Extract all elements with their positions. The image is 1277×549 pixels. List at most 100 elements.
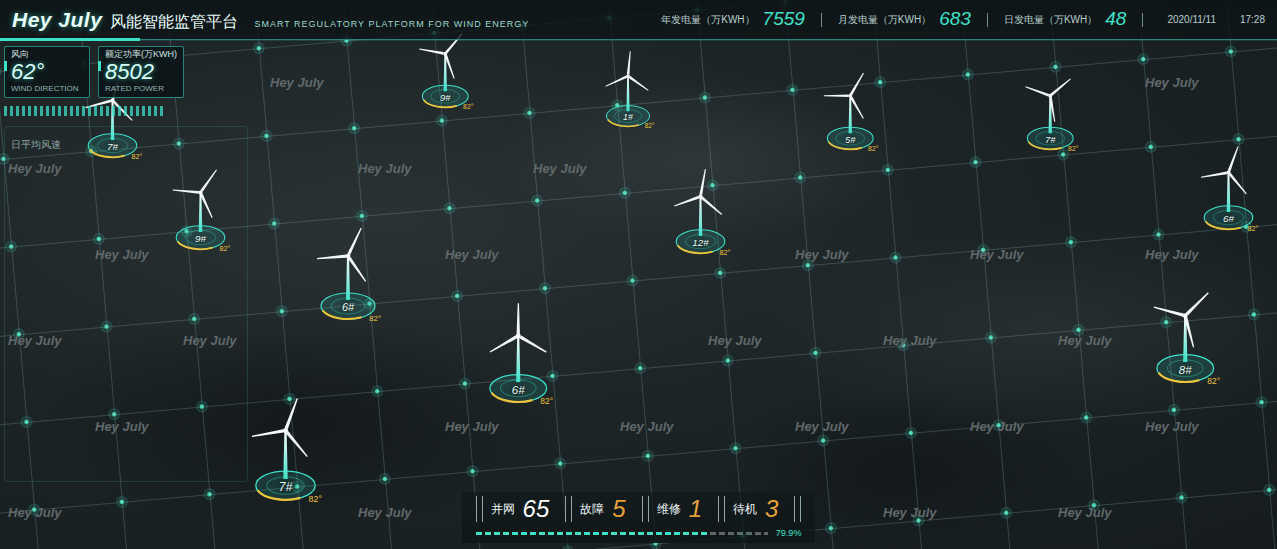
watermark: Hey July <box>533 162 586 176</box>
watermark: Hey July <box>708 334 761 348</box>
status-item: 故障5 <box>565 496 625 522</box>
indicator-value: 62° <box>11 60 83 84</box>
online-rate: 79.9% <box>476 527 802 541</box>
status-count: 65 <box>523 496 550 522</box>
turbine-label: 7# <box>278 480 291 493</box>
turbine-label: 6# <box>342 301 354 313</box>
status-items: 并网 65 故障5 维修 1 待机 3 <box>476 496 802 522</box>
turbine-tag: 82° <box>719 249 730 257</box>
watermark: Hey July <box>8 162 61 176</box>
turbine-label: 8# <box>1179 363 1192 376</box>
stripe-bar <box>4 106 164 116</box>
power-stat: 日发电量（万KWH） 48 <box>1004 5 1126 34</box>
wind-turbine[interactable]: 1# 82° <box>592 48 664 138</box>
turbine-label: 7# <box>1045 134 1055 144</box>
bracket <box>718 496 725 522</box>
watermark: Hey July <box>270 76 323 90</box>
watermark: Hey July <box>95 248 148 262</box>
watermark: Hey July <box>620 420 673 434</box>
bracket <box>476 496 483 522</box>
turbine-label: 5# <box>845 134 855 144</box>
turbine-label: 7# <box>106 141 117 152</box>
watermark: Hey July <box>445 248 498 262</box>
status-item: 并网 65 <box>476 496 550 522</box>
stat-label: 年发电量（万KWH） <box>661 12 754 27</box>
watermark: Hey July <box>1145 76 1198 90</box>
watermark: Hey July <box>358 162 411 176</box>
wind-turbine[interactable]: 7# 82° <box>1012 66 1089 161</box>
watermark: Hey July <box>1145 420 1198 434</box>
watermark: Hey July <box>95 420 148 434</box>
watermark: Hey July <box>795 248 848 262</box>
turbine-tag: 82° <box>131 153 142 161</box>
turbine-tag: 82° <box>645 123 655 130</box>
brand: Hey July风能智能监管平台SMART REGULATORY PLATFOR… <box>12 4 529 36</box>
wind-speed-panel: 日平均风速 <box>4 126 248 483</box>
wind-turbine[interactable]: 7# 82° <box>236 392 335 515</box>
indicator-value: 8502 <box>105 60 177 84</box>
wind-turbine[interactable]: 8# 82° <box>1138 279 1233 397</box>
stat-group: 年发电量（万KWH） 7559 月发电量（万KWH） 683 日发电量（万KWH） 48 2… <box>661 5 1265 34</box>
bracket <box>565 496 572 522</box>
watermark: Hey July <box>1058 334 1111 348</box>
status-count: 1 <box>689 496 702 522</box>
watermark: Hey July <box>883 334 936 348</box>
top-bar: Hey July风能智能监管平台SMART REGULATORY PLATFOR… <box>0 0 1277 40</box>
wind-turbine[interactable]: 6# 82° <box>303 221 393 333</box>
platform-title: 风能智能监管平台 <box>110 10 238 34</box>
status-label: 待机 <box>733 500 757 518</box>
watermark: Hey July <box>1145 248 1198 262</box>
turbine-tag: 82° <box>1068 146 1078 153</box>
watermark: Hey July <box>8 334 61 348</box>
indicator-label: 额定功率(万KWH) <box>105 49 177 60</box>
watermark: Hey July <box>8 506 61 520</box>
status-label: 维修 <box>657 500 681 518</box>
watermark: Hey July <box>970 248 1023 262</box>
indicator-box: 额定功率(万KWH)8502RATED POWER <box>98 46 184 98</box>
watermark: Hey July <box>358 506 411 520</box>
status-count: 3 <box>765 496 778 522</box>
indicator-caption: RATED POWER <box>105 84 177 94</box>
indicator-caption: WIND DIRECTION <box>11 84 83 94</box>
dashboard: Hey July Hey July Hey July Hey July Hey July… <box>0 0 1277 549</box>
watermark: Hey July <box>970 420 1023 434</box>
status-item: 维修 1 <box>642 496 702 522</box>
wind-turbine[interactable]: 6#82° <box>1188 141 1269 242</box>
watermark: Hey July <box>1058 506 1111 520</box>
turbine-tag: 82° <box>308 495 321 505</box>
left-column: 风向62°WIND DIRECTION 额定功率(万KWH)8502RATED P… <box>0 40 250 492</box>
watermark: Hey July <box>883 506 936 520</box>
turbine-tag: 82° <box>219 245 230 253</box>
bracket <box>794 496 801 522</box>
wind-turbine[interactable]: 5#82° <box>812 66 889 161</box>
wind-turbine[interactable]: 6#82° <box>471 299 566 417</box>
turbine-tag: 82° <box>463 104 473 111</box>
bracket <box>642 496 649 522</box>
turbine-label: 6# <box>512 383 525 396</box>
status-item: 待机 3 <box>718 496 778 522</box>
date-time: 2020/11/1117:28 <box>1167 12 1265 27</box>
turbine-label: 1# <box>623 112 633 122</box>
power-stat: 月发电量（万KWH） 683 <box>838 5 971 34</box>
wind-turbine[interactable]: 12#82° <box>660 165 741 266</box>
stat-label: 月发电量（万KWH） <box>838 12 931 27</box>
indicator-label: 风向 <box>11 49 83 60</box>
status-label: 并网 <box>491 500 515 518</box>
date: 2020/11/11 <box>1167 12 1216 27</box>
turbine-tag: 82° <box>1247 225 1258 233</box>
stat-label: 日发电量（万KWH） <box>1004 12 1097 27</box>
turbine-label: 9# <box>440 92 450 102</box>
watermark: Hey July <box>795 420 848 434</box>
separator <box>1142 13 1143 27</box>
separator <box>987 13 988 27</box>
stat-value: 48 <box>1105 5 1126 34</box>
stat-value: 7559 <box>763 5 805 34</box>
turbine-tag: 82° <box>1207 378 1220 387</box>
wind-turbine[interactable]: 9#82° <box>160 161 241 262</box>
watermark: Hey July <box>183 334 236 348</box>
turbine-map: 7#82°9#82°1#82°5#82°7#82°6#82°9#82°12#82… <box>0 0 1277 549</box>
turbine-tag: 82° <box>369 315 381 324</box>
stat-value: 683 <box>939 5 971 34</box>
platform-subtitle: SMART REGULATORY PLATFORM FOR WIND ENERG… <box>254 18 529 32</box>
indicator-row: 风向62°WIND DIRECTION 额定功率(万KWH)8502RATED P… <box>4 46 250 98</box>
